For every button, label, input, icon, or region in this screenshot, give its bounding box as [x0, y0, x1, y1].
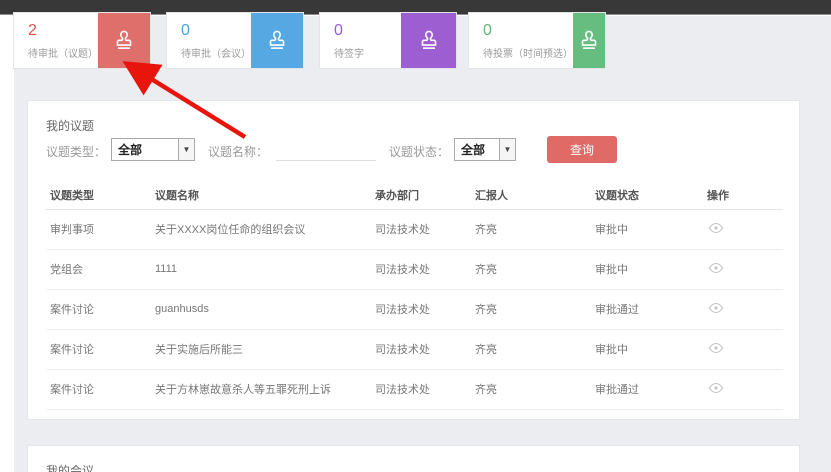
- stat-label: 待审批（议题）: [28, 45, 98, 60]
- stat-card-text: 2 待审批（议题）: [14, 13, 98, 68]
- cell-topic-type: 党组会: [46, 249, 151, 289]
- table-header-row: 议题类型 议题名称 承办部门 汇报人 议题状态 操作: [46, 185, 783, 209]
- view-eye-icon[interactable]: [707, 219, 725, 237]
- cell-reporter: 齐亮: [471, 289, 591, 329]
- stat-cards-row: 2 待审批（议题） 0 待审批（会议） 0 待签字: [13, 12, 606, 69]
- stat-card-text: 0 待投票（时间预选）: [469, 13, 573, 68]
- topics-table: 议题类型 议题名称 承办部门 汇报人 议题状态 操作 审判事项 关于XXXX岗位…: [46, 185, 783, 410]
- stat-label: 待签字: [334, 45, 401, 60]
- stamp-icon: [98, 13, 150, 68]
- cell-topic-name: 关于实施后所能三: [151, 329, 371, 369]
- stat-value: 0: [334, 22, 401, 40]
- stat-card-pending-approval-meeting[interactable]: 0 待审批（会议）: [166, 12, 304, 69]
- cell-dept: 司法技术处: [371, 209, 471, 249]
- table-row: 案件讨论 关于实施后所能三 司法技术处 齐亮 审批中: [46, 329, 783, 369]
- cell-topic-type: 案件讨论: [46, 329, 151, 369]
- header-status: 议题状态: [591, 185, 703, 209]
- cell-dept: 司法技术处: [371, 369, 471, 409]
- stat-card-text: 0 待审批（会议）: [167, 13, 251, 68]
- stat-card-pending-vote[interactable]: 0 待投票（时间预选）: [468, 12, 606, 69]
- topic-status-selected-value: 全部: [455, 141, 499, 158]
- stamp-icon: [573, 13, 605, 68]
- view-eye-icon[interactable]: [707, 259, 725, 277]
- chevron-down-icon: ▼: [499, 139, 515, 160]
- topic-name-label: 议题名称：: [208, 143, 268, 160]
- stat-value: 2: [28, 22, 98, 40]
- cell-status: 审批通过: [591, 289, 703, 329]
- stamp-icon: [401, 13, 456, 68]
- cell-topic-type: 案件讨论: [46, 289, 151, 329]
- topic-type-select[interactable]: 全部 ▼: [111, 138, 195, 161]
- stat-card-pending-approval-topic[interactable]: 2 待审批（议题）: [13, 12, 151, 69]
- dashboard-page: 2 待审批（议题） 0 待审批（会议） 0 待签字: [0, 0, 831, 472]
- filter-row: 议题类型： 全部 ▼ 议题名称： 议题状态： 全部 ▼ 查询: [46, 138, 783, 162]
- my-topics-panel: 我的议题 议题类型： 全部 ▼ 议题名称： 议题状态： 全部 ▼ 查询 议题类型…: [27, 100, 800, 420]
- cell-topic-type: 案件讨论: [46, 369, 151, 409]
- table-row: 案件讨论 关于方林崽故意杀人等五罪死刑上诉 司法技术处 齐亮 审批通过: [46, 369, 783, 409]
- cell-reporter: 齐亮: [471, 209, 591, 249]
- cell-topic-name: 1111: [151, 249, 371, 289]
- cell-topic-name: 关于方林崽故意杀人等五罪死刑上诉: [151, 369, 371, 409]
- view-eye-icon[interactable]: [707, 299, 725, 317]
- cell-dept: 司法技术处: [371, 289, 471, 329]
- cell-reporter: 齐亮: [471, 369, 591, 409]
- header-topic-name: 议题名称: [151, 185, 371, 209]
- cell-reporter: 齐亮: [471, 329, 591, 369]
- cell-topic-name: guanhusds: [151, 289, 371, 329]
- stat-value: 0: [483, 22, 573, 40]
- topic-type-selected-value: 全部: [112, 141, 178, 158]
- cell-status: 审批通过: [591, 369, 703, 409]
- topic-status-label: 议题状态：: [389, 143, 449, 160]
- stat-card-text: 0 待签字: [320, 13, 401, 68]
- table-row: 审判事项 关于XXXX岗位任命的组织会议 司法技术处 齐亮 审批中: [46, 209, 783, 249]
- stat-label: 待投票（时间预选）: [483, 45, 573, 60]
- topic-name-input[interactable]: [276, 140, 376, 161]
- header-dept: 承办部门: [371, 185, 471, 209]
- stat-card-pending-signature[interactable]: 0 待签字: [319, 12, 457, 69]
- cell-status: 审批中: [591, 209, 703, 249]
- header-actions: 操作: [703, 185, 783, 209]
- panel-title: 我的会议: [28, 446, 799, 472]
- view-eye-icon[interactable]: [707, 339, 725, 357]
- cell-status: 审批中: [591, 329, 703, 369]
- topic-status-select[interactable]: 全部 ▼: [454, 138, 516, 161]
- header-reporter: 汇报人: [471, 185, 591, 209]
- header-topic-type: 议题类型: [46, 185, 151, 209]
- cell-dept: 司法技术处: [371, 249, 471, 289]
- stamp-icon: [251, 13, 303, 68]
- cell-reporter: 齐亮: [471, 249, 591, 289]
- table-row: 党组会 1111 司法技术处 齐亮 审批中: [46, 249, 783, 289]
- stat-value: 0: [181, 22, 251, 40]
- table-row: 案件讨论 guanhusds 司法技术处 齐亮 审批通过: [46, 289, 783, 329]
- panel-title: 我的议题: [28, 101, 799, 134]
- my-meetings-panel: 我的会议: [27, 445, 800, 472]
- topic-type-label: 议题类型：: [46, 143, 106, 160]
- cell-topic-name: 关于XXXX岗位任命的组织会议: [151, 209, 371, 249]
- cell-dept: 司法技术处: [371, 329, 471, 369]
- stat-label: 待审批（会议）: [181, 45, 251, 60]
- cell-status: 审批中: [591, 249, 703, 289]
- view-eye-icon[interactable]: [707, 379, 725, 397]
- chevron-down-icon: ▼: [178, 139, 194, 160]
- cell-topic-type: 审判事项: [46, 209, 151, 249]
- search-button[interactable]: 查询: [547, 136, 617, 163]
